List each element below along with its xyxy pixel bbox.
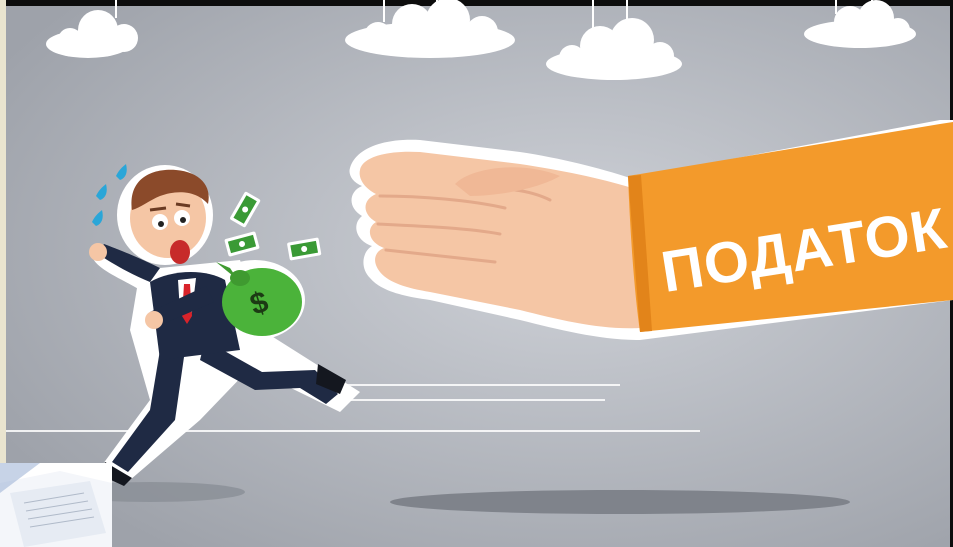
ground-shadow: [390, 490, 850, 514]
document-photo-corner: [0, 463, 112, 547]
illustration: ПОДАТОК $: [0, 0, 953, 547]
